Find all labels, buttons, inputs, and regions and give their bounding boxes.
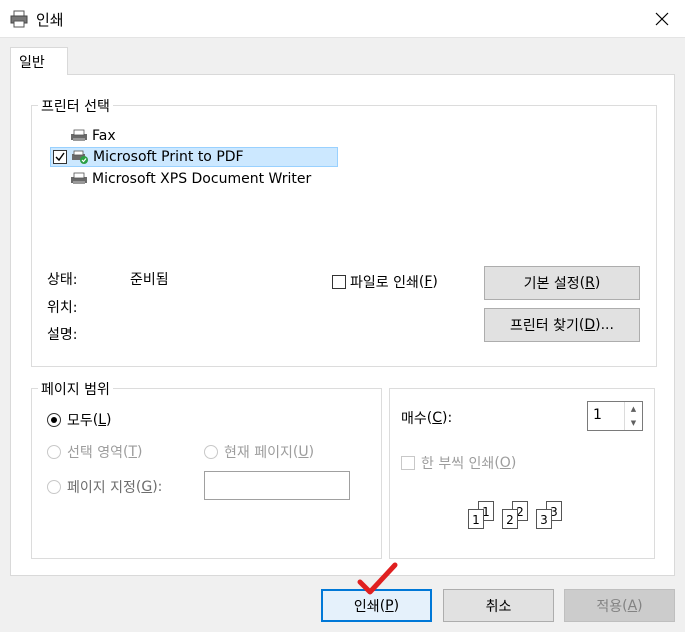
page-range-pages-input[interactable] xyxy=(204,471,350,500)
page-range-pages-suffix: : xyxy=(157,479,163,495)
page-range-current-radio xyxy=(204,445,218,459)
copies-label: 매수 xyxy=(401,411,427,427)
printer-selected-checkbox[interactable] xyxy=(53,150,67,164)
page-range-pages-radio[interactable] xyxy=(47,480,61,494)
collate-page: 3 xyxy=(536,509,552,529)
page-range-all-key: L xyxy=(98,412,107,428)
collate-page: 2 xyxy=(502,509,518,529)
page-range-current-option: 현재 페이지(U) xyxy=(204,442,314,462)
check-icon xyxy=(55,152,65,162)
page-range-selection-key: T xyxy=(128,444,138,460)
page-range-group: 페이지 범위 모두(L) 선택 영역(T) 현재 페이지(U) 페이지 지정(G… xyxy=(31,379,382,559)
printer-icon xyxy=(71,172,87,184)
red-check-annotation-icon xyxy=(357,562,398,595)
status-label: 상태: xyxy=(47,272,78,288)
page-range-selection-label: 선택 영역 xyxy=(67,445,123,461)
find-printer-suffix: ... xyxy=(600,317,614,333)
print-key: P xyxy=(385,597,394,614)
collate-illustration: 1 1 2 2 3 3 xyxy=(466,501,576,531)
page-range-selection-option: 선택 영역(T) xyxy=(47,442,142,462)
spin-down-icon[interactable]: ▼ xyxy=(625,416,642,430)
group-label: 페이지 범위 xyxy=(38,379,113,399)
window-title: 인쇄 xyxy=(36,11,64,29)
copies-suffix: : xyxy=(447,410,453,426)
printer-name: Microsoft Print to PDF xyxy=(93,149,244,165)
printer-item-xps[interactable]: Microsoft XPS Document Writer xyxy=(70,169,311,189)
print-label: 인쇄 xyxy=(353,598,380,615)
collate-key: O xyxy=(499,455,511,471)
find-printer-button[interactable]: 프린터 찾기(D)... xyxy=(484,308,640,342)
page-range-pages-label: 페이지 지정 xyxy=(67,480,136,496)
status-value: 준비됨 xyxy=(130,272,169,288)
cancel-button[interactable]: 취소 xyxy=(443,589,554,622)
preferences-button[interactable]: 기본 설정(R) xyxy=(484,266,640,300)
copies-group: 매수(C): 1 ▲ ▼ 한 부씩 인쇄(O) 1 1 2 2 3 3 xyxy=(389,388,655,559)
group-label: 프린터 선택 xyxy=(38,96,113,116)
copies-spinner[interactable]: 1 ▲ ▼ xyxy=(587,401,643,431)
printer-icon xyxy=(10,10,28,28)
page-range-all-label: 모두 xyxy=(67,413,93,429)
tab-general[interactable]: 일반 xyxy=(10,47,68,75)
printer-item-pdf[interactable]: Microsoft Print to PDF xyxy=(50,147,338,167)
copies-spin-buttons: ▲ ▼ xyxy=(624,402,642,430)
copies-label-row: 매수(C): xyxy=(401,410,453,427)
print-to-file-option[interactable]: 파일로 인쇄(F) xyxy=(332,272,438,292)
title-bar: 인쇄 xyxy=(0,0,685,38)
print-to-file-checkbox[interactable] xyxy=(332,275,346,289)
cancel-label: 취소 xyxy=(485,598,512,615)
apply-label: 적용 xyxy=(596,598,623,615)
tab-panel-general: 프린터 선택 Fax Microsoft Print to PDF Micros… xyxy=(10,74,675,576)
close-icon xyxy=(655,12,669,26)
page-range-current-key: U xyxy=(298,444,309,460)
copies-value: 1 xyxy=(593,407,602,423)
page-range-all-radio[interactable] xyxy=(47,413,61,427)
printer-name: Microsoft XPS Document Writer xyxy=(92,171,312,187)
apply-key: A xyxy=(627,597,638,614)
printer-select-group: 프린터 선택 Fax Microsoft Print to PDF Micros… xyxy=(31,96,657,367)
find-printer-key: D xyxy=(584,317,596,333)
preferences-key: R xyxy=(585,275,595,291)
collate-label: 한 부씩 인쇄 xyxy=(421,456,495,472)
page-range-all-option[interactable]: 모두(L) xyxy=(47,410,112,430)
printer-name: Fax xyxy=(92,128,116,144)
print-to-file-label: 파일로 인쇄 xyxy=(350,275,419,291)
fax-printer-icon xyxy=(71,129,87,141)
printer-item-fax[interactable]: Fax xyxy=(70,126,116,146)
copies-key: C xyxy=(432,410,443,426)
page-range-current-label: 현재 페이지 xyxy=(224,445,293,461)
preferences-label: 기본 설정 xyxy=(523,276,580,292)
page-range-pages-option[interactable]: 페이지 지정(G): xyxy=(47,477,162,497)
spin-up-icon[interactable]: ▲ xyxy=(625,402,642,416)
close-button[interactable] xyxy=(639,0,685,38)
page-range-selection-radio xyxy=(47,445,61,459)
collate-option: 한 부씩 인쇄(O) xyxy=(401,453,516,473)
collate-checkbox xyxy=(401,456,415,470)
pdf-printer-icon xyxy=(72,150,88,164)
location-label: 위치: xyxy=(47,300,78,316)
find-printer-label: 프린터 찾기 xyxy=(510,318,579,334)
collate-page: 1 xyxy=(468,509,484,529)
comment-label: 설명: xyxy=(47,327,78,343)
tab-label: 일반 xyxy=(19,55,45,71)
print-to-file-key: F xyxy=(424,274,433,290)
apply-button: 적용(A) xyxy=(564,589,675,622)
page-range-pages-key: G xyxy=(141,479,153,495)
